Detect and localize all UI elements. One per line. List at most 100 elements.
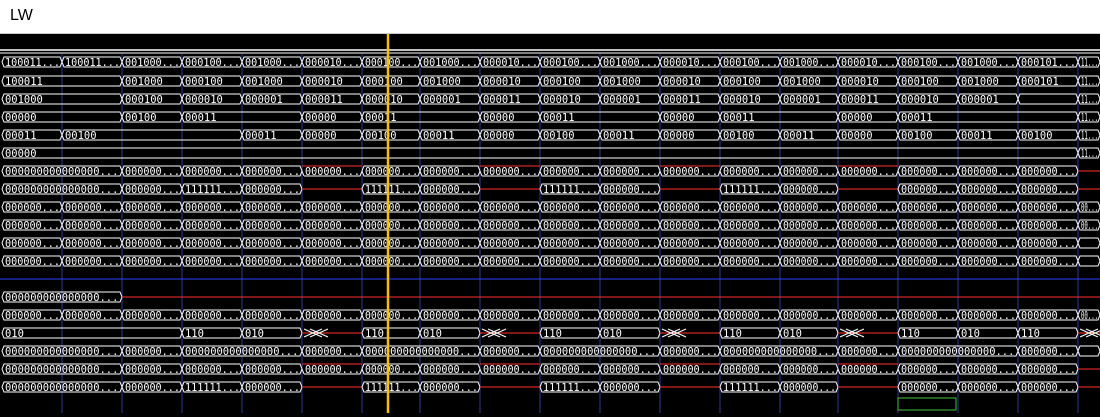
signal-value-segment[interactable]: 000000...	[181, 165, 243, 178]
signal-value-segment[interactable]: 000000...	[181, 201, 243, 214]
signal-value-segment[interactable]: 11...	[1077, 129, 1100, 142]
signal-value-segment[interactable]: 000000...	[1017, 183, 1079, 196]
signal-value-segment[interactable]: 000000...	[419, 201, 481, 214]
signal-value-segment[interactable]: 000000...	[957, 165, 1019, 178]
signal-value-segment[interactable]: 000000...	[301, 201, 363, 214]
signal-value-segment[interactable]: 000000...	[121, 255, 183, 268]
signal-value-segment[interactable]: 000000...	[897, 381, 959, 394]
signal-value-segment[interactable]: 000000...	[719, 363, 781, 376]
signal-value-segment[interactable]: 000000...	[1017, 255, 1079, 268]
signal-value-segment[interactable]: 000000...	[539, 201, 601, 214]
signal-value-segment[interactable]: 000000...	[241, 255, 303, 268]
signal-value-segment[interactable]: 000000...	[1017, 381, 1079, 394]
signal-value-segment[interactable]: 000000...	[241, 201, 303, 214]
signal-value-segment[interactable]: 001000...	[779, 56, 839, 69]
signal-value-segment[interactable]: 00...	[1077, 219, 1100, 232]
signal-value-segment[interactable]: 11...	[1077, 111, 1100, 124]
signal-value-segment[interactable]: 000000...	[479, 219, 541, 232]
signal-value-segment[interactable]: 000000...	[719, 201, 781, 214]
signal-value-segment[interactable]: 000000...	[361, 165, 421, 178]
signal-value-segment[interactable]: 000000000000000...	[361, 345, 481, 358]
signal-value-segment[interactable]: 000100...	[539, 56, 601, 69]
signal-value-segment[interactable]: 000000...	[719, 309, 781, 322]
signal-value-segment[interactable]: 000000...	[479, 237, 541, 250]
signal-value-segment[interactable]: 000000000000000...	[1, 381, 123, 394]
signal-value-segment[interactable]: 000000...	[121, 345, 183, 358]
signal-value-segment[interactable]: 000000...	[361, 363, 421, 376]
signal-value-segment[interactable]: 000000...	[659, 219, 721, 232]
signal-value-segment[interactable]: 000000...	[1017, 363, 1079, 376]
signal-value-segment[interactable]: 000000...	[121, 363, 183, 376]
signal-value-segment[interactable]: 000000...	[479, 345, 541, 358]
signal-value-segment[interactable]: 000000...	[1, 219, 63, 232]
signal-value-segment[interactable]: 001000...	[957, 56, 1019, 69]
signal-value-segment[interactable]: 000000...	[301, 219, 363, 232]
signal-value-segment[interactable]: 000000...	[897, 363, 959, 376]
signal-value-segment[interactable]: 000000...	[301, 255, 363, 268]
signal-value-segment[interactable]: 100011...	[61, 56, 123, 69]
signal-value-segment[interactable]: 000000...	[181, 219, 243, 232]
signal-value-segment[interactable]: 000000...	[719, 165, 781, 178]
signal-value-segment[interactable]: 000000...	[61, 255, 123, 268]
signal-value-segment[interactable]: 111111...	[361, 381, 421, 394]
signal-value-segment[interactable]: 000000...	[539, 237, 601, 250]
signal-value-segment[interactable]: 000000...	[361, 309, 421, 322]
signal-value-segment[interactable]: 000000...	[599, 363, 661, 376]
signal-value-segment[interactable]: 000000...	[897, 219, 959, 232]
signal-value-segment[interactable]: 000000...	[779, 183, 839, 196]
signal-value-segment[interactable]: 000000000000000...	[539, 345, 661, 358]
signal-value-segment[interactable]: 000000...	[181, 237, 243, 250]
signal-value-segment[interactable]: 000010...	[479, 56, 541, 69]
signal-value-segment[interactable]: 000000...	[837, 255, 899, 268]
signal-value-segment[interactable]: 000000...	[121, 381, 183, 394]
signal-value-segment[interactable]: 000000000000000...	[897, 345, 1019, 358]
signal-value-segment[interactable]: 000000...	[241, 165, 303, 178]
signal-value-segment[interactable]: 111111...	[361, 183, 421, 196]
signal-value-segment[interactable]: 000000...	[1017, 165, 1079, 178]
signal-value-segment[interactable]: 000000...	[837, 345, 899, 358]
signal-value-segment[interactable]: 000000...	[779, 309, 839, 322]
signal-value-segment[interactable]: 000000...	[419, 381, 481, 394]
signal-value-segment[interactable]: 000000...	[419, 237, 481, 250]
signal-value-segment[interactable]: 000000...	[1, 255, 63, 268]
signal-value-segment[interactable]: 000000...	[957, 183, 1019, 196]
signal-value-segment[interactable]: 000000...	[419, 309, 481, 322]
signal-value-segment[interactable]: 000000...	[1017, 201, 1079, 214]
signal-value-segment[interactable]: 000000000000000...	[1, 291, 123, 304]
signal-value-segment[interactable]: 000000...	[241, 219, 303, 232]
signal-value-segment[interactable]: 000000...	[599, 309, 661, 322]
signal-value-segment[interactable]: 000000...	[361, 219, 421, 232]
signal-value-segment[interactable]: 000101...	[1017, 56, 1079, 69]
undefined-value-segment[interactable]: 000000...	[659, 363, 721, 376]
signal-value-segment[interactable]: 000000...	[837, 309, 899, 322]
signal-value-segment[interactable]: 000000...	[1017, 345, 1079, 358]
signal-value-segment[interactable]: 000010...	[659, 56, 721, 69]
signal-value-segment[interactable]: 000000...	[659, 309, 721, 322]
signal-value-segment[interactable]: 000000...	[719, 219, 781, 232]
signal-value-segment[interactable]: 000000...	[301, 309, 363, 322]
undefined-value-segment[interactable]: 000000...	[301, 165, 363, 178]
signal-value-segment[interactable]: 100011...	[1, 56, 63, 69]
undefined-value-segment[interactable]: 000000...	[479, 363, 541, 376]
signal-value-segment[interactable]: 00...	[1077, 201, 1100, 214]
signal-value-segment[interactable]: 000000...	[837, 237, 899, 250]
undefined-value-segment[interactable]: 000000...	[659, 165, 721, 178]
waveform-canvas[interactable]: 100011... 100011... 001000... 000100... 0010…	[0, 34, 1100, 413]
signal-value-segment[interactable]: 000000...	[419, 255, 481, 268]
signal-value-segment[interactable]: 111111...	[181, 183, 243, 196]
signal-value-segment[interactable]: 000010...	[837, 56, 899, 69]
signal-value-segment[interactable]: 000000...	[599, 183, 661, 196]
signal-value-segment[interactable]: 000000...	[1017, 219, 1079, 232]
signal-value-segment[interactable]: 000000...	[61, 219, 123, 232]
signal-value-segment[interactable]: 000000...	[241, 237, 303, 250]
signal-value-segment[interactable]: 000000000000000...	[1, 183, 123, 196]
signal-value-segment[interactable]: 000000...	[897, 309, 959, 322]
signal-value-segment[interactable]: 000000...	[957, 219, 1019, 232]
signal-value-segment[interactable]: 111111...	[539, 183, 601, 196]
signal-value-segment[interactable]: 000000...	[659, 345, 721, 358]
signal-value-segment[interactable]: 000000...	[121, 201, 183, 214]
signal-value-segment[interactable]: 000000...	[897, 201, 959, 214]
signal-value-segment[interactable]: 000000...	[241, 363, 303, 376]
undefined-value-segment[interactable]: 000000...	[301, 363, 363, 376]
signal-value-segment[interactable]: 000000...	[897, 255, 959, 268]
